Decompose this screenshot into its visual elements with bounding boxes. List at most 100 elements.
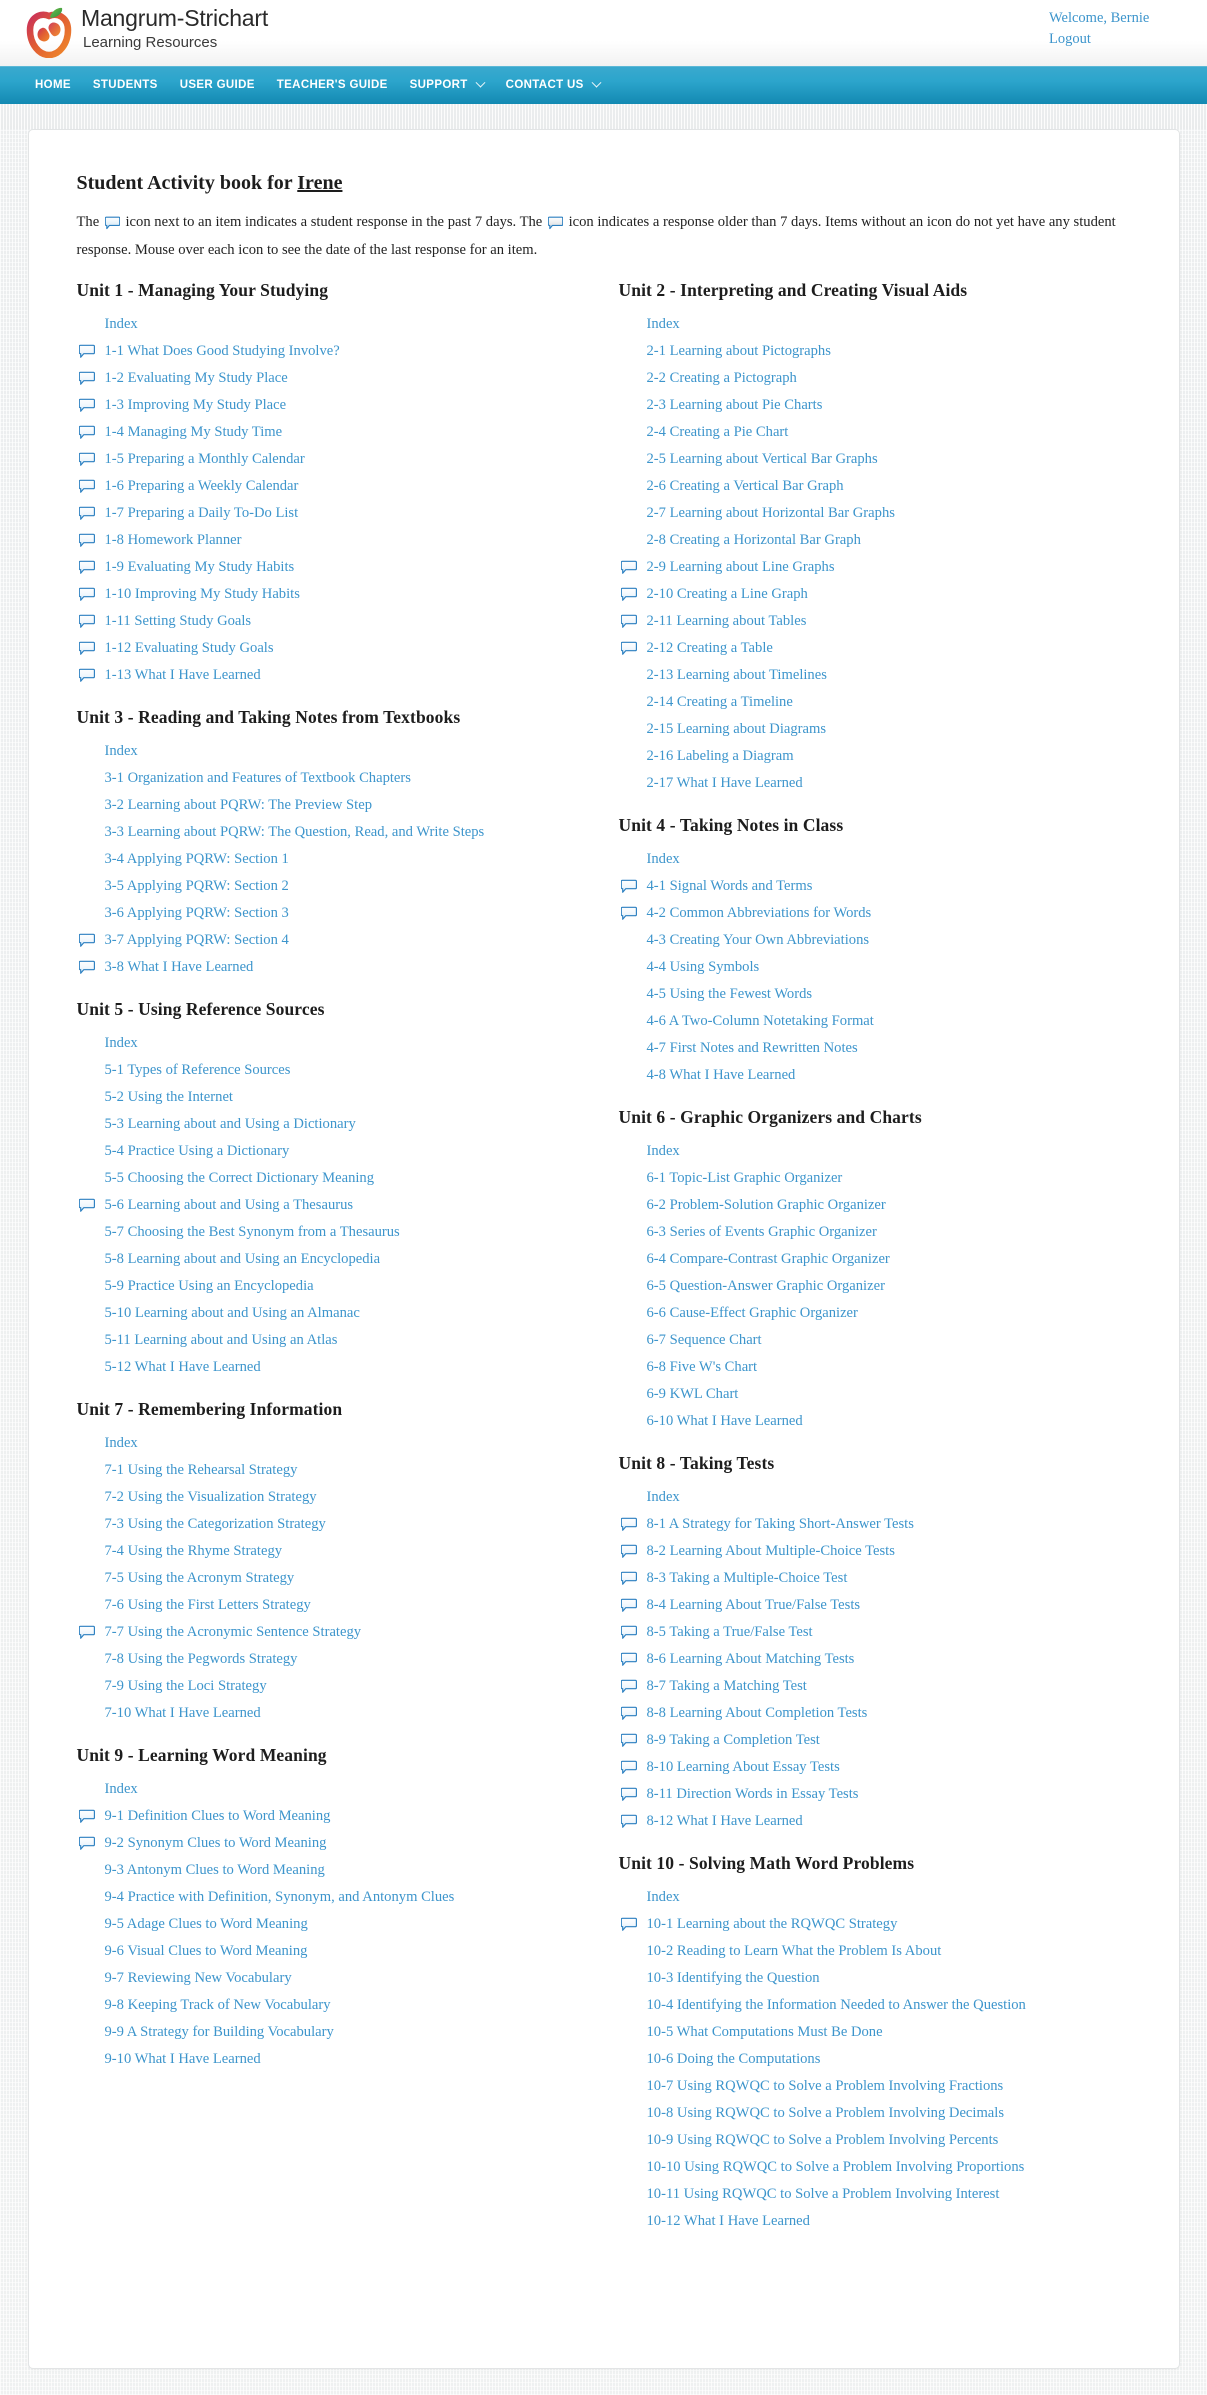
activity-item-link[interactable]: 9-2 Synonym Clues to Word Meaning — [105, 1830, 327, 1857]
activity-item-link[interactable]: 3-6 Applying PQRW: Section 3 — [105, 900, 289, 927]
activity-item-link[interactable]: 10-8 Using RQWQC to Solve a Problem Invo… — [647, 2100, 1005, 2127]
activity-item-link[interactable]: 2-3 Learning about Pie Charts — [647, 392, 823, 419]
activity-item-link[interactable]: 8-2 Learning About Multiple-Choice Tests — [647, 1538, 895, 1565]
activity-item-link[interactable]: 2-15 Learning about Diagrams — [647, 716, 827, 743]
activity-item-link[interactable]: 3-1 Organization and Features of Textboo… — [105, 765, 411, 792]
unit-index-link[interactable]: Index — [647, 1138, 680, 1165]
activity-item-link[interactable]: 3-8 What I Have Learned — [105, 954, 254, 981]
activity-item-link[interactable]: 4-5 Using the Fewest Words — [647, 981, 813, 1008]
activity-item-link[interactable]: 5-1 Types of Reference Sources — [105, 1057, 291, 1084]
activity-item-link[interactable]: 9-1 Definition Clues to Word Meaning — [105, 1803, 331, 1830]
activity-item-link[interactable]: 1-13 What I Have Learned — [105, 662, 261, 689]
activity-item-link[interactable]: 9-10 What I Have Learned — [105, 2046, 261, 2073]
activity-item-link[interactable]: 6-4 Compare-Contrast Graphic Organizer — [647, 1246, 890, 1273]
activity-item-link[interactable]: 10-12 What I Have Learned — [647, 2208, 810, 2235]
unit-index-link[interactable]: Index — [105, 1030, 138, 1057]
activity-item-link[interactable]: 2-17 What I Have Learned — [647, 770, 803, 797]
nav-item-support[interactable]: SUPPORT — [399, 66, 495, 104]
activity-item-link[interactable]: 1-10 Improving My Study Habits — [105, 581, 300, 608]
activity-item-link[interactable]: 2-7 Learning about Horizontal Bar Graphs — [647, 500, 895, 527]
activity-item-link[interactable]: 2-6 Creating a Vertical Bar Graph — [647, 473, 844, 500]
activity-item-link[interactable]: 3-7 Applying PQRW: Section 4 — [105, 927, 289, 954]
activity-item-link[interactable]: 7-9 Using the Loci Strategy — [105, 1673, 267, 1700]
activity-item-link[interactable]: 4-3 Creating Your Own Abbreviations — [647, 927, 870, 954]
activity-item-link[interactable]: 10-9 Using RQWQC to Solve a Problem Invo… — [647, 2127, 999, 2154]
activity-item-link[interactable]: 8-10 Learning About Essay Tests — [647, 1754, 840, 1781]
unit-index-link[interactable]: Index — [647, 311, 680, 338]
activity-item-link[interactable]: 1-9 Evaluating My Study Habits — [105, 554, 295, 581]
activity-item-link[interactable]: 10-2 Reading to Learn What the Problem I… — [647, 1938, 942, 1965]
activity-item-link[interactable]: 6-2 Problem-Solution Graphic Organizer — [647, 1192, 886, 1219]
activity-item-link[interactable]: 5-12 What I Have Learned — [105, 1354, 261, 1381]
brand[interactable]: Mangrum-Strichart Learning Resources — [26, 4, 268, 58]
activity-item-link[interactable]: 3-3 Learning about PQRW: The Question, R… — [105, 819, 485, 846]
activity-item-link[interactable]: 2-8 Creating a Horizontal Bar Graph — [647, 527, 861, 554]
activity-item-link[interactable]: 2-16 Labeling a Diagram — [647, 743, 794, 770]
activity-item-link[interactable]: 1-2 Evaluating My Study Place — [105, 365, 288, 392]
activity-item-link[interactable]: 3-4 Applying PQRW: Section 1 — [105, 846, 289, 873]
unit-index-link[interactable]: Index — [105, 1430, 138, 1457]
activity-item-link[interactable]: 7-4 Using the Rhyme Strategy — [105, 1538, 283, 1565]
activity-item-link[interactable]: 2-12 Creating a Table — [647, 635, 773, 662]
activity-item-link[interactable]: 9-9 A Strategy for Building Vocabulary — [105, 2019, 334, 2046]
activity-item-link[interactable]: 1-8 Homework Planner — [105, 527, 242, 554]
nav-item-user-guide[interactable]: USER GUIDE — [169, 66, 266, 104]
activity-item-link[interactable]: 9-8 Keeping Track of New Vocabulary — [105, 1992, 331, 2019]
activity-item-link[interactable]: 9-6 Visual Clues to Word Meaning — [105, 1938, 308, 1965]
activity-item-link[interactable]: 8-9 Taking a Completion Test — [647, 1727, 820, 1754]
activity-item-link[interactable]: 2-13 Learning about Timelines — [647, 662, 827, 689]
activity-item-link[interactable]: 10-1 Learning about the RQWQC Strategy — [647, 1911, 898, 1938]
activity-item-link[interactable]: 7-3 Using the Categorization Strategy — [105, 1511, 326, 1538]
activity-item-link[interactable]: 10-10 Using RQWQC to Solve a Problem Inv… — [647, 2154, 1025, 2181]
activity-item-link[interactable]: 6-7 Sequence Chart — [647, 1327, 762, 1354]
activity-item-link[interactable]: 2-5 Learning about Vertical Bar Graphs — [647, 446, 878, 473]
activity-item-link[interactable]: 3-5 Applying PQRW: Section 2 — [105, 873, 289, 900]
activity-item-link[interactable]: 9-5 Adage Clues to Word Meaning — [105, 1911, 308, 1938]
activity-item-link[interactable]: 10-11 Using RQWQC to Solve a Problem Inv… — [647, 2181, 1000, 2208]
activity-item-link[interactable]: 5-9 Practice Using an Encyclopedia — [105, 1273, 314, 1300]
activity-item-link[interactable]: 4-6 A Two-Column Notetaking Format — [647, 1008, 874, 1035]
activity-item-link[interactable]: 5-3 Learning about and Using a Dictionar… — [105, 1111, 356, 1138]
activity-item-link[interactable]: 8-5 Taking a True/False Test — [647, 1619, 813, 1646]
activity-item-link[interactable]: 6-5 Question-Answer Graphic Organizer — [647, 1273, 885, 1300]
activity-item-link[interactable]: 8-1 A Strategy for Taking Short-Answer T… — [647, 1511, 914, 1538]
nav-item-students[interactable]: STUDENTS — [82, 66, 169, 104]
logout-link[interactable]: Logout — [1049, 29, 1179, 50]
unit-index-link[interactable]: Index — [105, 311, 138, 338]
activity-item-link[interactable]: 10-6 Doing the Computations — [647, 2046, 821, 2073]
activity-item-link[interactable]: 8-3 Taking a Multiple-Choice Test — [647, 1565, 848, 1592]
activity-item-link[interactable]: 8-8 Learning About Completion Tests — [647, 1700, 868, 1727]
activity-item-link[interactable]: 8-11 Direction Words in Essay Tests — [647, 1781, 859, 1808]
activity-item-link[interactable]: 8-6 Learning About Matching Tests — [647, 1646, 855, 1673]
activity-item-link[interactable]: 10-5 What Computations Must Be Done — [647, 2019, 883, 2046]
activity-item-link[interactable]: 10-7 Using RQWQC to Solve a Problem Invo… — [647, 2073, 1004, 2100]
activity-item-link[interactable]: 2-1 Learning about Pictographs — [647, 338, 831, 365]
unit-index-link[interactable]: Index — [647, 1484, 680, 1511]
activity-item-link[interactable]: 10-4 Identifying the Information Needed … — [647, 1992, 1026, 2019]
activity-item-link[interactable]: 4-4 Using Symbols — [647, 954, 760, 981]
activity-item-link[interactable]: 7-2 Using the Visualization Strategy — [105, 1484, 317, 1511]
activity-item-link[interactable]: 7-10 What I Have Learned — [105, 1700, 261, 1727]
activity-item-link[interactable]: 5-2 Using the Internet — [105, 1084, 233, 1111]
activity-item-link[interactable]: 7-7 Using the Acronymic Sentence Strateg… — [105, 1619, 362, 1646]
activity-item-link[interactable]: 5-10 Learning about and Using an Almanac — [105, 1300, 360, 1327]
activity-item-link[interactable]: 7-5 Using the Acronym Strategy — [105, 1565, 295, 1592]
activity-item-link[interactable]: 2-14 Creating a Timeline — [647, 689, 793, 716]
activity-item-link[interactable]: 5-4 Practice Using a Dictionary — [105, 1138, 290, 1165]
activity-item-link[interactable]: 1-12 Evaluating Study Goals — [105, 635, 274, 662]
activity-item-link[interactable]: 4-7 First Notes and Rewritten Notes — [647, 1035, 858, 1062]
activity-item-link[interactable]: 6-3 Series of Events Graphic Organizer — [647, 1219, 877, 1246]
activity-item-link[interactable]: 3-2 Learning about PQRW: The Preview Ste… — [105, 792, 373, 819]
unit-index-link[interactable]: Index — [105, 1776, 138, 1803]
activity-item-link[interactable]: 1-7 Preparing a Daily To-Do List — [105, 500, 299, 527]
activity-item-link[interactable]: 7-1 Using the Rehearsal Strategy — [105, 1457, 298, 1484]
nav-item-home[interactable]: HOME — [24, 66, 82, 104]
activity-item-link[interactable]: 2-9 Learning about Line Graphs — [647, 554, 835, 581]
activity-item-link[interactable]: 4-8 What I Have Learned — [647, 1062, 796, 1089]
activity-item-link[interactable]: 9-4 Practice with Definition, Synonym, a… — [105, 1884, 455, 1911]
nav-item-contact-us[interactable]: CONTACT US — [495, 66, 611, 104]
activity-item-link[interactable]: 1-3 Improving My Study Place — [105, 392, 287, 419]
activity-item-link[interactable]: 6-9 KWL Chart — [647, 1381, 739, 1408]
activity-item-link[interactable]: 7-6 Using the First Letters Strategy — [105, 1592, 311, 1619]
unit-index-link[interactable]: Index — [647, 1884, 680, 1911]
